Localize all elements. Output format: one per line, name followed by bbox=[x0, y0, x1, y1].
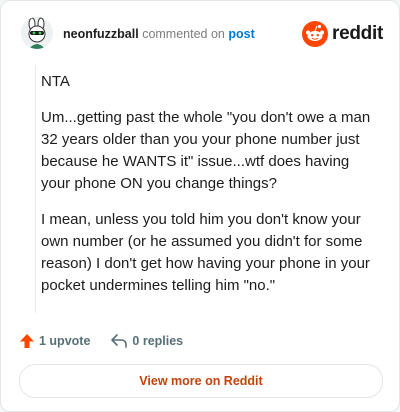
comment-paragraph: NTA bbox=[41, 73, 70, 90]
thread-line bbox=[35, 65, 36, 313]
comment-actions: 1 upvote 0 replies bbox=[19, 331, 203, 351]
replies-count: 0 replies bbox=[132, 334, 184, 348]
reddit-wordmark: reddit bbox=[332, 23, 383, 44]
upvote-button[interactable]: 1 upvote bbox=[19, 333, 90, 349]
comment-body: NTA Um...getting past the whole "you don… bbox=[41, 71, 375, 311]
upvote-count: 1 upvote bbox=[39, 334, 91, 348]
comment-byline: neonfuzzball commented on post bbox=[63, 27, 255, 41]
comment-header: neonfuzzball commented on post reddit bbox=[21, 17, 383, 51]
reddit-logo[interactable]: reddit bbox=[302, 20, 383, 48]
upvote-arrow-icon bbox=[20, 334, 34, 348]
reddit-snoo-icon bbox=[302, 21, 329, 47]
reply-arrow-icon bbox=[111, 334, 128, 348]
replies-button[interactable]: 0 replies bbox=[110, 333, 183, 349]
username-link[interactable]: neonfuzzball bbox=[63, 27, 139, 41]
view-more-button[interactable]: View more on Reddit bbox=[19, 364, 383, 398]
byline-action-text: commented on bbox=[142, 27, 225, 41]
embedded-comment-card: neonfuzzball commented on post reddit NT… bbox=[0, 0, 400, 412]
post-link[interactable]: post bbox=[228, 27, 254, 41]
bunny-avatar-icon[interactable] bbox=[21, 17, 53, 49]
comment-paragraph: I mean, unless you told him you don't kn… bbox=[41, 211, 370, 294]
comment-paragraph: Um...getting past the whole "you don't o… bbox=[41, 109, 371, 192]
